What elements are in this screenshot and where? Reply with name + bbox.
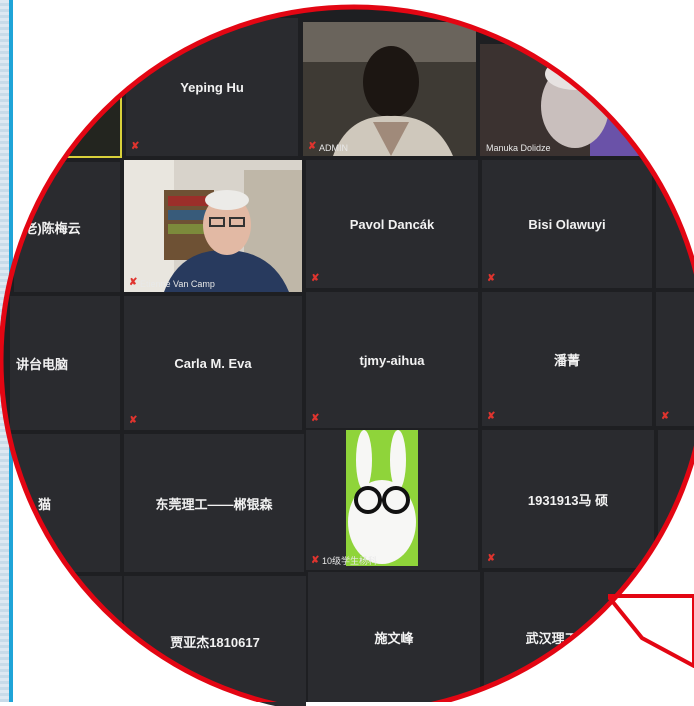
- speech-bubble-outline: [0, 4, 694, 702]
